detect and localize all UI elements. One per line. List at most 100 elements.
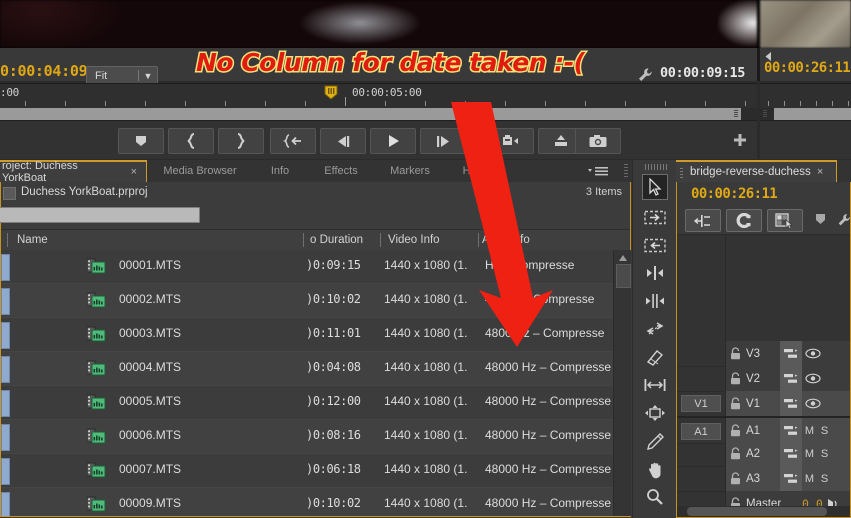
source-patch-v1[interactable]: V1 [681, 395, 721, 412]
plus-icon[interactable] [728, 128, 752, 152]
sync-lock-icon[interactable] [780, 441, 802, 466]
panel-grip[interactable] [680, 168, 683, 179]
sync-lock-icon[interactable] [780, 466, 802, 491]
lock-icon[interactable] [726, 424, 744, 437]
track-header-v1[interactable]: V1 [726, 391, 850, 416]
track-header-a2[interactable]: A2 M S [726, 441, 850, 466]
source-monitor-video[interactable] [0, 0, 757, 48]
timeline-settings-button[interactable] [833, 209, 851, 230]
hand-tool[interactable] [642, 456, 668, 482]
wrench-icon[interactable] [636, 66, 654, 84]
scroll-up-arrow-icon[interactable] [618, 253, 628, 261]
source-patch-a2[interactable] [681, 445, 721, 462]
solo-button-a2[interactable]: S [817, 448, 832, 460]
scrollbar-thumb[interactable] [687, 507, 827, 516]
table-row[interactable]: 00007.MTS )0:06:18 1440 x 1080 (1. 48000… [1, 454, 613, 488]
pen-tool[interactable] [642, 428, 668, 454]
scrollbar-thumb[interactable] [616, 264, 631, 288]
mark-in-button[interactable] [168, 128, 214, 154]
tab-timeline-sequence[interactable]: bridge-reverse-duchess × [676, 160, 837, 182]
track-header-a3[interactable]: A3 M S [726, 466, 850, 491]
sync-lock-icon[interactable] [780, 366, 802, 391]
tab-project[interactable]: roject: Duchess YorkBoat × [0, 160, 147, 184]
panel-grip[interactable] [624, 164, 628, 178]
sync-lock-icon[interactable] [780, 418, 802, 443]
program-timecode[interactable]: 00:00:26:11 [764, 60, 851, 76]
scrollbar-thumb[interactable] [774, 108, 851, 120]
row-selector[interactable] [1, 458, 10, 485]
marker-display-button[interactable] [767, 209, 803, 232]
eye-icon[interactable] [802, 398, 824, 409]
rolling-edit-tool[interactable] [642, 288, 668, 314]
row-selector[interactable] [1, 492, 10, 516]
table-row[interactable]: 00004.MTS )0:04:08 1440 x 1080 (1. 48000… [1, 352, 613, 386]
scrollbar-grip[interactable] [734, 110, 738, 118]
snap-button[interactable] [685, 209, 721, 232]
source-patch-a3[interactable] [681, 470, 721, 487]
add-marker-button[interactable] [809, 209, 831, 230]
rate-stretch-tool[interactable] [642, 316, 668, 342]
source-timecode[interactable]: 0:00:04:09 [0, 62, 88, 80]
mark-out-button[interactable] [218, 128, 264, 154]
track-name-a1[interactable]: A1 [744, 425, 780, 437]
slide-tool[interactable] [642, 400, 668, 426]
lock-icon[interactable] [726, 447, 744, 460]
insert-button[interactable] [488, 128, 534, 154]
row-selector[interactable] [1, 424, 10, 451]
track-row-v2[interactable]: V2 [677, 366, 850, 392]
play-stop-button[interactable] [370, 128, 416, 154]
close-icon[interactable]: × [131, 166, 137, 178]
row-selector[interactable] [1, 288, 10, 315]
scrollbar-thumb[interactable] [0, 108, 741, 120]
track-row-a1[interactable]: A1 A1 M S [677, 416, 850, 444]
track-header-v2[interactable]: V2 [726, 366, 850, 391]
track-select-backward-tool[interactable] [642, 232, 668, 258]
row-selector[interactable] [1, 356, 10, 383]
lock-icon[interactable] [726, 347, 744, 360]
track-row-v1[interactable]: V1 V1 [677, 391, 850, 417]
add-marker-button[interactable] [118, 128, 164, 154]
playhead-marker[interactable] [324, 85, 338, 101]
track-name-v1[interactable]: V1 [744, 398, 780, 410]
source-zoom-scrollbar[interactable] [0, 108, 757, 120]
column-header-name[interactable]: Name [11, 230, 301, 250]
table-row[interactable]: 00003.MTS )0:11:01 1440 x 1080 (1. 4800 … [1, 318, 613, 352]
linked-selection-button[interactable] [726, 209, 762, 232]
timeline-horizontal-scrollbar[interactable] [677, 506, 850, 517]
scrollbar-grip[interactable] [763, 110, 767, 118]
row-selector[interactable] [1, 254, 10, 281]
panel-grip[interactable] [645, 164, 667, 170]
column-header-video-info[interactable]: Video Info [382, 230, 478, 250]
step-back-button[interactable] [320, 128, 366, 154]
sync-lock-icon[interactable] [780, 341, 802, 366]
track-name-v3[interactable]: V3 [744, 348, 780, 360]
eye-icon[interactable] [802, 348, 824, 359]
table-row[interactable]: 00006.MTS )0:08:16 1440 x 1080 (1. 48000… [1, 420, 613, 454]
tab-info[interactable]: Info [252, 160, 308, 182]
tab-media-browser[interactable]: Media Browser [148, 160, 252, 182]
row-selector[interactable] [1, 390, 10, 417]
tab-effects[interactable]: Effects [308, 160, 374, 182]
selection-tool[interactable] [642, 174, 668, 200]
export-frame-button[interactable] [575, 128, 621, 154]
ripple-edit-tool[interactable] [642, 260, 668, 286]
source-patch-a1[interactable]: A1 [681, 423, 721, 440]
close-icon[interactable]: × [817, 166, 823, 178]
source-patch-v2[interactable] [681, 370, 721, 387]
track-name-a3[interactable]: A3 [744, 473, 780, 485]
project-item-list[interactable]: 00001.MTS )0:09:15 1440 x 1080 (1. Hz – … [1, 250, 613, 516]
slip-tool[interactable] [642, 372, 668, 398]
table-row[interactable]: 00009.MTS )0:10:02 1440 x 1080 (1. 48000… [1, 488, 613, 516]
solo-button-a1[interactable]: S [817, 425, 832, 437]
table-row[interactable]: 00001.MTS )0:09:15 1440 x 1080 (1. Hz – … [1, 250, 613, 284]
table-row[interactable]: 00005.MTS )0:12:00 1440 x 1080 (1. 48000… [1, 386, 613, 420]
tab-history[interactable]: Histor [446, 160, 508, 182]
column-header-audio-info-a[interactable]: A [480, 230, 492, 250]
program-monitor-video[interactable] [760, 0, 851, 48]
mute-button-a2[interactable]: M [802, 448, 817, 460]
track-name-v2[interactable]: V2 [744, 373, 780, 385]
sync-lock-icon[interactable] [780, 391, 802, 416]
mute-button-a1[interactable]: M [802, 425, 817, 437]
tab-markers[interactable]: Markers [374, 160, 446, 182]
panel-menu-icon[interactable] [586, 164, 610, 178]
